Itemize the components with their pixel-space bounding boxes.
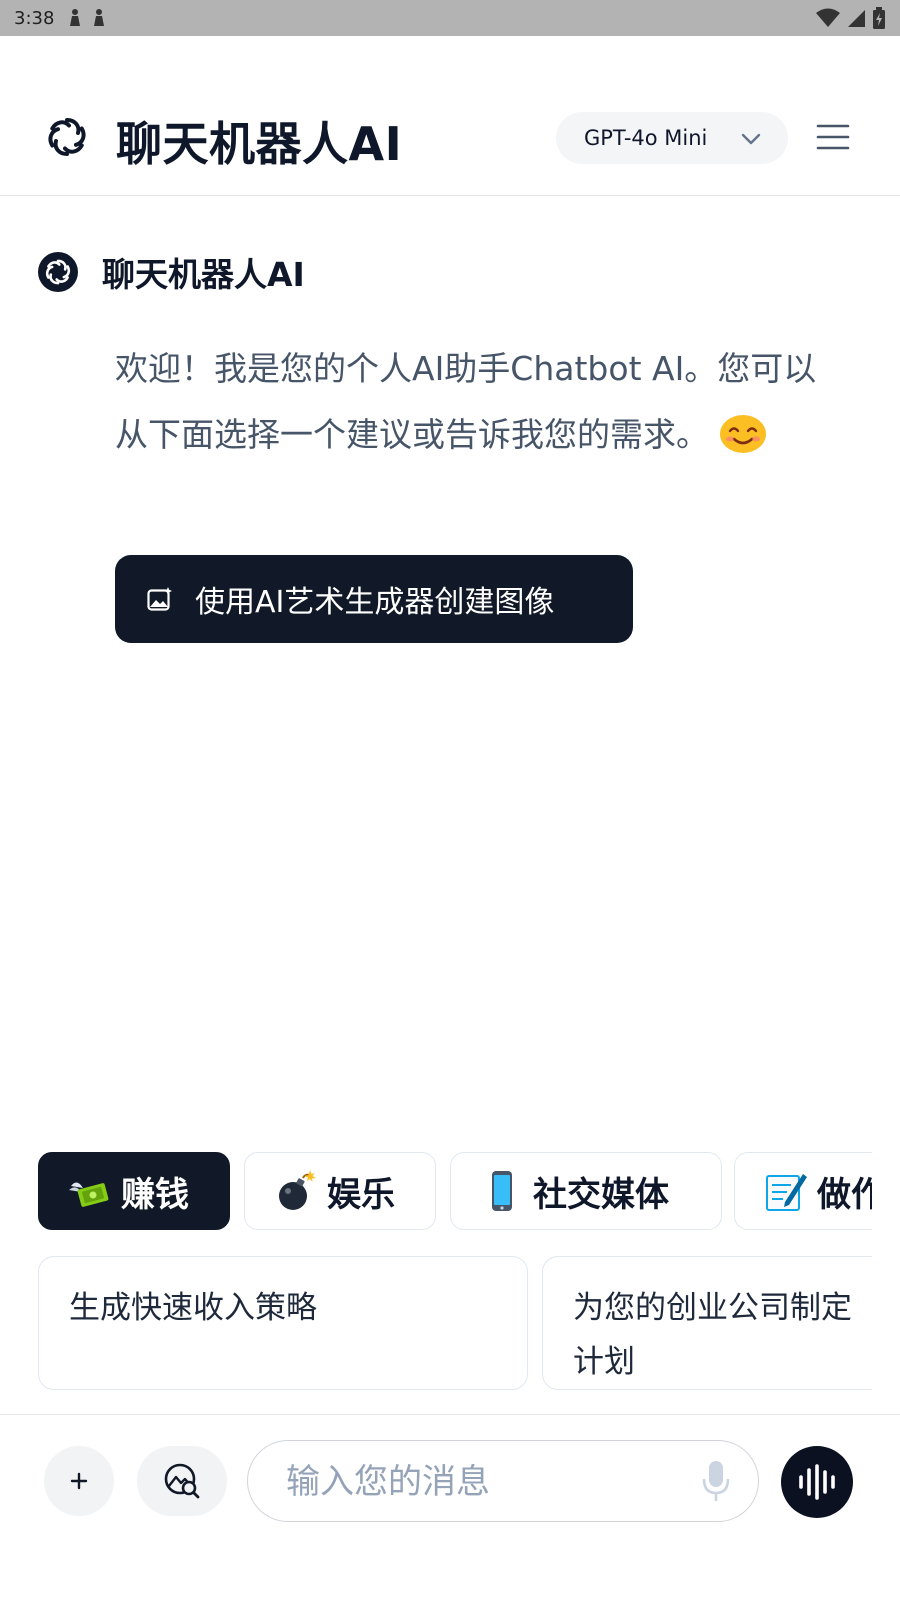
- signal-icon: [848, 10, 865, 27]
- image-search-icon: [164, 1463, 200, 1499]
- image-sparkle-icon: [147, 587, 172, 611]
- message-input[interactable]: [286, 1459, 666, 1505]
- category-tab-make-money[interactable]: 赚钱: [38, 1152, 230, 1230]
- ai-art-generator-button[interactable]: 使用AI艺术生成器创建图像: [115, 555, 633, 643]
- status-time: 3:38: [14, 7, 55, 29]
- microphone-icon[interactable]: [702, 1459, 730, 1503]
- suggestion-list: 生成快速收入策略 为您的创业公司制定计划: [38, 1256, 872, 1392]
- category-tabs: 赚钱 娱乐 社交媒体 做作: [38, 1152, 872, 1232]
- wifi-icon: [816, 8, 840, 27]
- suggestion-card[interactable]: 生成快速收入策略: [38, 1256, 528, 1390]
- model-selector-dropdown[interactable]: GPT-4o Mini: [556, 112, 788, 164]
- openai-logo-icon: [48, 118, 86, 156]
- vision-search-button[interactable]: [137, 1446, 227, 1516]
- bot-avatar: [38, 252, 78, 292]
- ai-art-generator-button-label: 使用AI艺术生成器创建图像: [195, 585, 555, 620]
- bot-name: 聊天机器人AI: [102, 255, 305, 294]
- plus-icon: [70, 1472, 88, 1490]
- message-input-container: [247, 1440, 759, 1522]
- bot-message-header: 聊天机器人AI: [38, 248, 305, 296]
- memo-icon: [766, 1174, 807, 1211]
- suggestion-text: 生成快速收入策略: [69, 1290, 317, 1326]
- voice-mode-button[interactable]: [781, 1446, 853, 1518]
- welcome-message-text: 欢迎！我是您的个人AI助手Chatbot AI。您可以从下面选择一个建议或告诉我…: [115, 349, 817, 454]
- notification-icon: [94, 9, 105, 26]
- sound-wave-icon: [799, 1464, 835, 1500]
- category-tab-label: 社交媒体: [533, 1174, 669, 1215]
- category-tab-entertainment[interactable]: 娱乐: [244, 1152, 436, 1230]
- category-tab-social-media[interactable]: 社交媒体: [450, 1152, 722, 1230]
- category-tab-label: 娱乐: [327, 1174, 395, 1215]
- smiling-face-emoji-icon: [719, 415, 766, 453]
- category-tab-label: 做作: [817, 1174, 872, 1215]
- openai-logo-icon: [45, 259, 71, 285]
- mobile-phone-icon: [492, 1171, 512, 1211]
- welcome-message: 欢迎！我是您的个人AI助手Chatbot AI。您可以从下面选择一个建议或告诉我…: [115, 336, 835, 468]
- notification-icons: [68, 8, 106, 28]
- category-tab-label: 赚钱: [121, 1174, 189, 1215]
- battery-icon: [873, 7, 885, 29]
- model-selector-label: GPT-4o Mini: [584, 126, 708, 150]
- add-attachment-button[interactable]: [44, 1446, 114, 1516]
- suggestion-text: 为您的创业公司制定计划: [573, 1290, 852, 1380]
- hamburger-menu-icon[interactable]: [816, 122, 850, 152]
- suggestion-card[interactable]: 为您的创业公司制定计划: [542, 1256, 872, 1390]
- chevron-down-icon: [741, 133, 761, 145]
- bomb-icon: [279, 1170, 316, 1210]
- notification-icon: [70, 9, 81, 26]
- system-status-icons: [816, 7, 886, 29]
- category-tab-writing[interactable]: 做作: [734, 1152, 872, 1230]
- app-header: 聊天机器人AI GPT-4o Mini: [0, 36, 900, 196]
- status-bar: 3:38: [0, 0, 900, 36]
- input-bar-divider: [0, 1414, 900, 1415]
- money-wings-icon: [69, 1182, 109, 1207]
- app-title: 聊天机器人AI: [116, 117, 403, 171]
